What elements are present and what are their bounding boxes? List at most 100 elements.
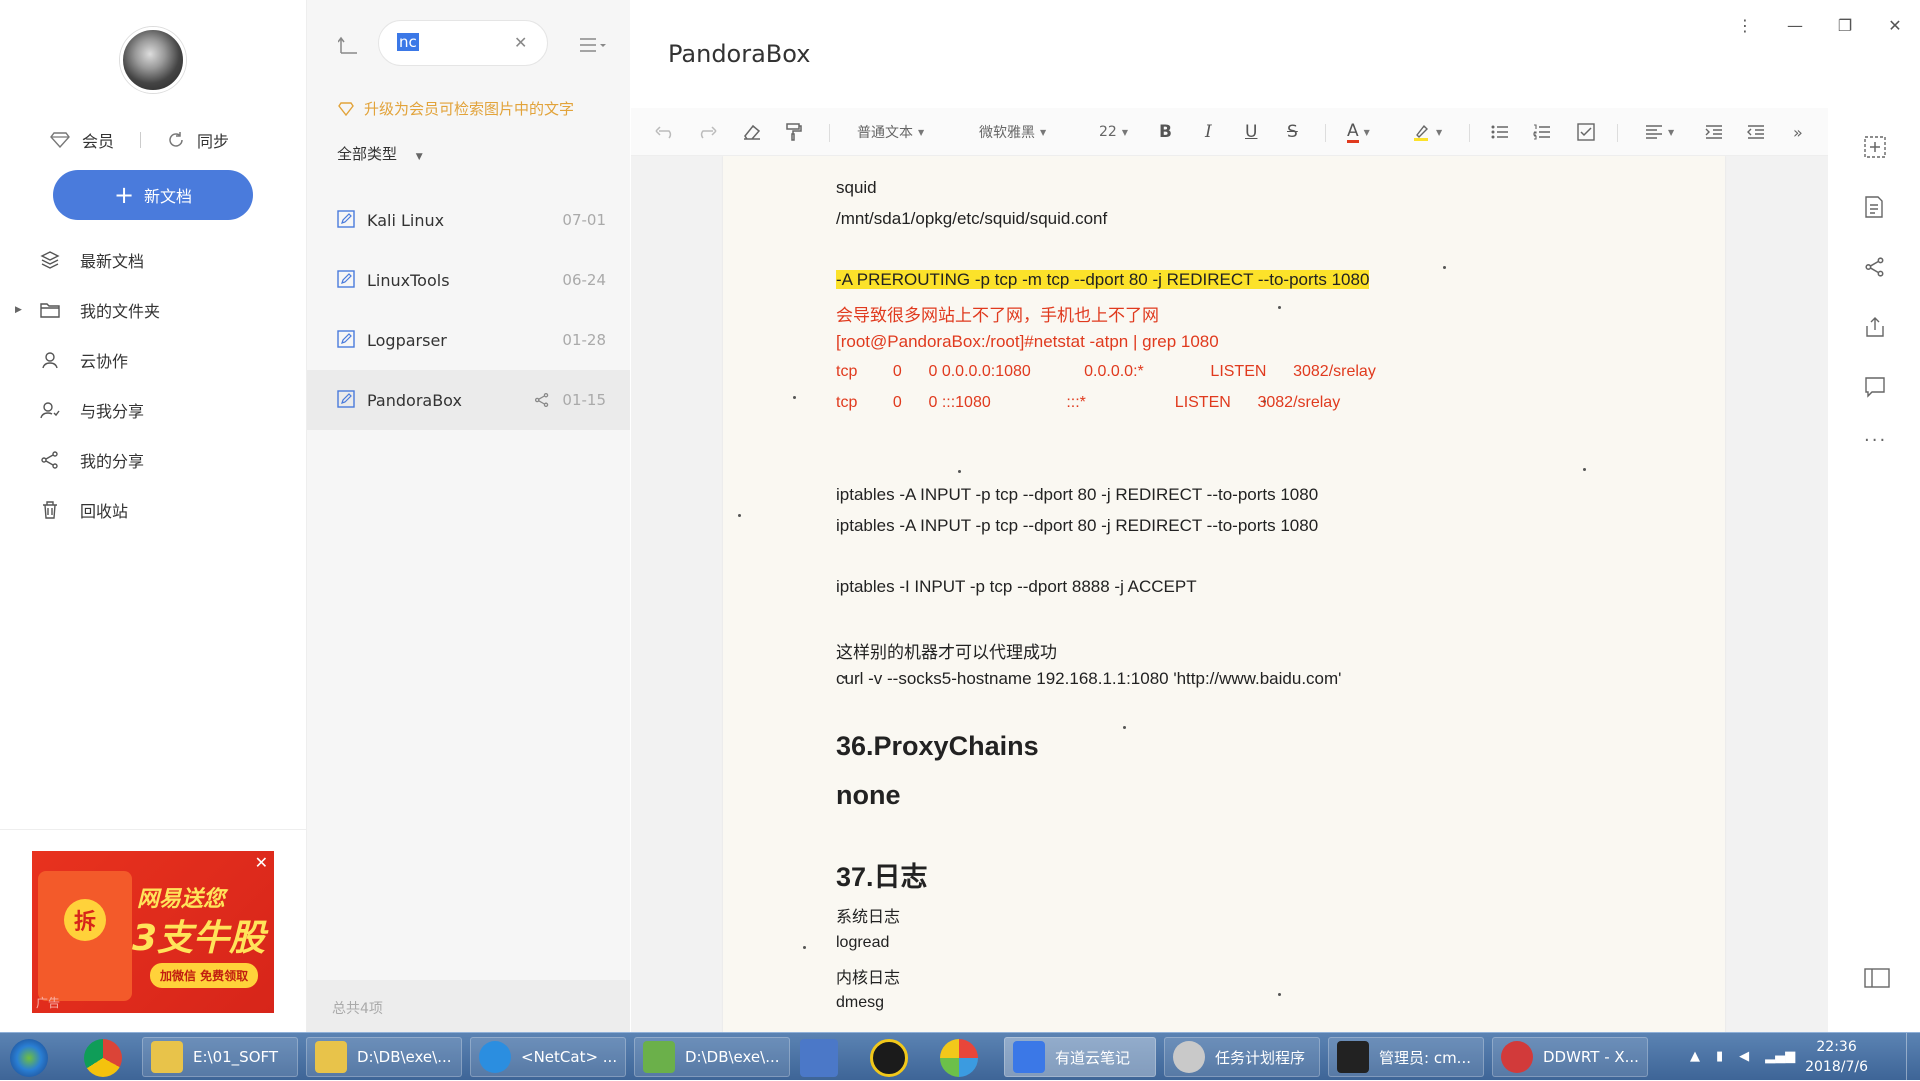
- close-icon[interactable]: ✕: [1870, 0, 1920, 50]
- note-title-heading[interactable]: PandoraBox: [668, 40, 810, 68]
- strikethrough-button[interactable]: S: [1287, 108, 1298, 156]
- more-horizontal-icon[interactable]: ···: [1864, 430, 1887, 451]
- ad-cta-button[interactable]: 加微信 免费领取: [150, 963, 259, 988]
- ultraedit-icon[interactable]: [870, 1039, 908, 1077]
- content-line[interactable]: 内核日志: [836, 964, 900, 988]
- more-vertical-icon[interactable]: ⋮: [1720, 0, 1770, 50]
- show-desktop-button[interactable]: [1906, 1033, 1920, 1081]
- redo-icon[interactable]: [697, 108, 717, 156]
- content-line[interactable]: squid: [836, 178, 877, 198]
- network-signal-icon[interactable]: ▂▄▆: [1765, 1049, 1795, 1064]
- undo-icon[interactable]: [655, 108, 675, 156]
- advertisement-banner[interactable]: 拆 网易送您 3支牛股 加微信 免费领取 广告 ✕: [32, 851, 274, 1013]
- content-line[interactable]: iptables -A INPUT -p tcp --dport 80 -j R…: [836, 516, 1318, 536]
- highlight-button[interactable]: ▼: [1413, 108, 1442, 156]
- align-button[interactable]: ▼: [1645, 108, 1674, 156]
- taskbar-item-label: <NetCat> ...: [521, 1048, 618, 1066]
- paper-speck: [738, 514, 741, 517]
- clock-time: 22:36: [1816, 1039, 1857, 1055]
- nav-item-my-shares[interactable]: 我的分享: [0, 440, 307, 480]
- comment-icon[interactable]: [1864, 376, 1886, 398]
- underline-button[interactable]: U: [1245, 108, 1257, 156]
- content-line[interactable]: curl -v --socks5-hostname 192.168.1.1:10…: [836, 669, 1341, 689]
- numbered-list-icon[interactable]: [1533, 108, 1551, 156]
- start-button-icon[interactable]: [10, 1039, 48, 1077]
- content-heading[interactable]: 37.日志: [836, 855, 928, 894]
- content-heading[interactable]: none: [836, 780, 901, 811]
- more-tools-icon[interactable]: »: [1793, 108, 1803, 156]
- font-color-button[interactable]: A ▼: [1347, 108, 1370, 156]
- avatar[interactable]: [120, 27, 186, 93]
- highlighted-line[interactable]: -A PREROUTING -p tcp -m tcp --dport 80 -…: [836, 270, 1370, 289]
- note-item[interactable]: Logparser 01-28: [307, 310, 630, 370]
- power-icon[interactable]: ▮: [1716, 1049, 1723, 1064]
- share-icon[interactable]: [1864, 256, 1886, 278]
- italic-button[interactable]: I: [1205, 108, 1212, 156]
- eraser-icon[interactable]: [743, 108, 761, 156]
- font-family-dropdown[interactable]: 微软雅黑 ▼: [979, 108, 1046, 156]
- minimize-icon[interactable]: —: [1770, 0, 1820, 50]
- taskbar-item[interactable]: DDWRT - X...: [1492, 1037, 1648, 1077]
- paragraph-style-label: 普通文本: [857, 125, 913, 141]
- upgrade-prompt[interactable]: 升级为会员可检索图片中的文字: [338, 98, 574, 119]
- bold-button[interactable]: B: [1159, 108, 1172, 156]
- export-icon[interactable]: [1864, 316, 1886, 338]
- bullet-list-icon[interactable]: [1491, 108, 1509, 156]
- network-app-icon[interactable]: [800, 1039, 838, 1077]
- content-line[interactable]: 这样别的机器才可以代理成功: [836, 638, 1057, 663]
- taskbar-item[interactable]: 任务计划程序: [1164, 1037, 1320, 1077]
- expand-arrow-icon[interactable]: ▶: [15, 305, 22, 315]
- tray-expand-icon[interactable]: ▲: [1690, 1049, 1700, 1064]
- font-size-dropdown[interactable]: 22 ▼: [1099, 108, 1128, 156]
- clear-search-icon[interactable]: ✕: [514, 33, 527, 52]
- nav-item-shared-with-me[interactable]: 与我分享: [0, 390, 307, 430]
- outline-icon[interactable]: [1864, 196, 1884, 218]
- taskbar-item[interactable]: <NetCat> ...: [470, 1037, 626, 1077]
- taskbar-item[interactable]: D:\DB\exe\...: [634, 1037, 790, 1077]
- nav-item-collab[interactable]: 云协作: [0, 340, 307, 380]
- panel-toggle-icon[interactable]: [1864, 968, 1890, 988]
- note-item-selected[interactable]: PandoraBox 01-15: [307, 370, 630, 430]
- new-document-button[interactable]: + 新文档: [53, 170, 253, 220]
- content-line[interactable]: dmesg: [836, 994, 884, 1012]
- system-clock[interactable]: 22:36 2018/7/6: [1805, 1037, 1868, 1077]
- ad-close-icon[interactable]: ✕: [255, 853, 268, 872]
- content-line[interactable]: [root@PandoraBox:/root]#netstat -atpn | …: [836, 332, 1219, 352]
- taskbar-item[interactable]: 管理员: cm...: [1328, 1037, 1484, 1077]
- content-heading[interactable]: 36.ProxyChains: [836, 731, 1039, 762]
- content-line[interactable]: tcp 0 0 0.0.0.0:1080 0.0.0.0:* LISTEN 30…: [836, 363, 1376, 381]
- indent-increase-icon[interactable]: [1705, 108, 1723, 156]
- content-line[interactable]: 会导致很多网站上不了网，手机也上不了网: [836, 301, 1159, 326]
- content-line[interactable]: iptables -A INPUT -p tcp --dport 80 -j R…: [836, 485, 1318, 505]
- sync-button[interactable]: 同步: [167, 128, 229, 152]
- volume-icon[interactable]: ◀: [1739, 1049, 1749, 1064]
- sort-menu-icon[interactable]: [578, 37, 608, 53]
- taskbar-item[interactable]: E:\01_SOFT: [142, 1037, 298, 1077]
- restore-icon[interactable]: ❐: [1820, 0, 1870, 50]
- paragraph-style-dropdown[interactable]: 普通文本 ▼: [857, 108, 924, 156]
- chevron-down-icon: ▼: [1040, 127, 1047, 137]
- content-line[interactable]: logread: [836, 934, 889, 952]
- content-line[interactable]: tcp 0 0 :::1080 :::* LISTEN 3082/srelay: [836, 394, 1340, 412]
- search-input[interactable]: nc ✕: [378, 20, 548, 66]
- taskbar-item[interactable]: D:\DB\exe\...: [306, 1037, 462, 1077]
- type-filter-dropdown[interactable]: 全部类型 ▼: [337, 143, 423, 164]
- paint-icon[interactable]: [940, 1039, 978, 1077]
- chrome-icon[interactable]: [84, 1039, 122, 1077]
- back-up-icon[interactable]: [338, 35, 360, 55]
- highlighter-icon: [1414, 124, 1428, 141]
- insert-icon[interactable]: [1864, 136, 1886, 158]
- nav-item-folders[interactable]: ▶ 我的文件夹: [0, 290, 307, 330]
- note-item[interactable]: Kali Linux 07-01: [307, 190, 630, 250]
- nav-item-recent[interactable]: 最新文档: [0, 240, 307, 280]
- format-painter-icon[interactable]: [785, 108, 803, 156]
- indent-decrease-icon[interactable]: [1747, 108, 1765, 156]
- content-line[interactable]: iptables -I INPUT -p tcp --dport 8888 -j…: [836, 577, 1197, 597]
- member-button[interactable]: 会员: [50, 128, 114, 152]
- checklist-icon[interactable]: [1577, 108, 1595, 156]
- nav-item-trash[interactable]: 回收站: [0, 490, 307, 530]
- note-item[interactable]: LinuxTools 06-24: [307, 250, 630, 310]
- content-line[interactable]: /mnt/sda1/opkg/etc/squid/squid.conf: [836, 209, 1107, 229]
- content-line[interactable]: 系统日志: [836, 903, 900, 927]
- taskbar-item-active[interactable]: 有道云笔记: [1004, 1037, 1156, 1077]
